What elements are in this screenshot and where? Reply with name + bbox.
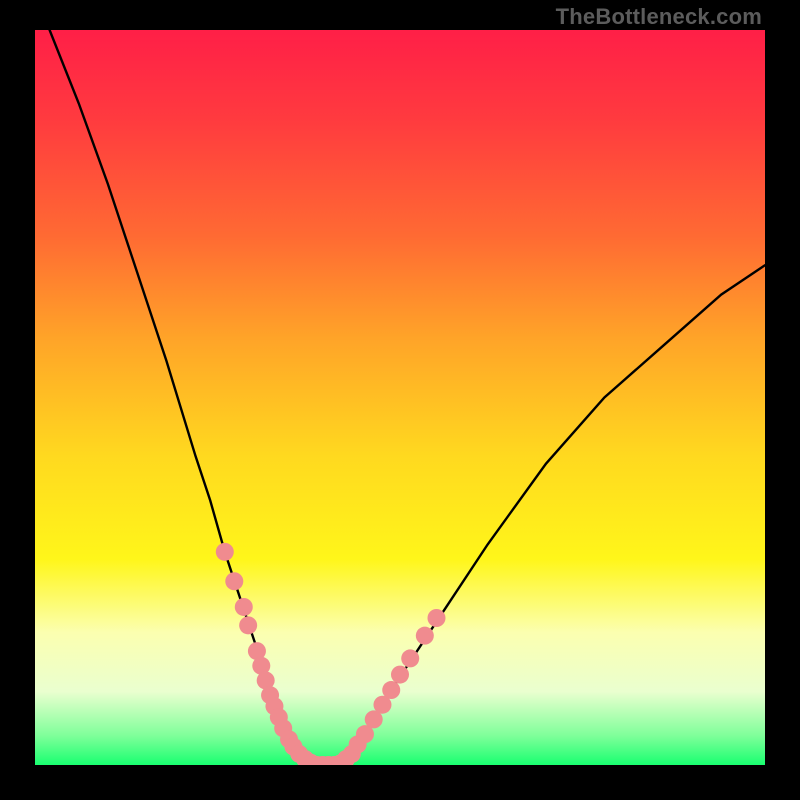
curve-marker [382,681,400,699]
plot-area [35,30,765,765]
curve-marker [401,649,419,667]
curve-marker [239,616,257,634]
chart-stage: TheBottleneck.com [0,0,800,800]
curve-right-branch [349,265,765,757]
branding-watermark: TheBottleneck.com [556,4,762,30]
curve-marker [391,666,409,684]
marker-cluster-left [216,543,349,765]
curve-marker [428,609,446,627]
curve-marker [225,572,243,590]
curve-layer [35,30,765,765]
curve-marker [416,627,434,645]
curve-marker [235,598,253,616]
curve-marker [216,543,234,561]
marker-cluster-right [337,609,446,765]
